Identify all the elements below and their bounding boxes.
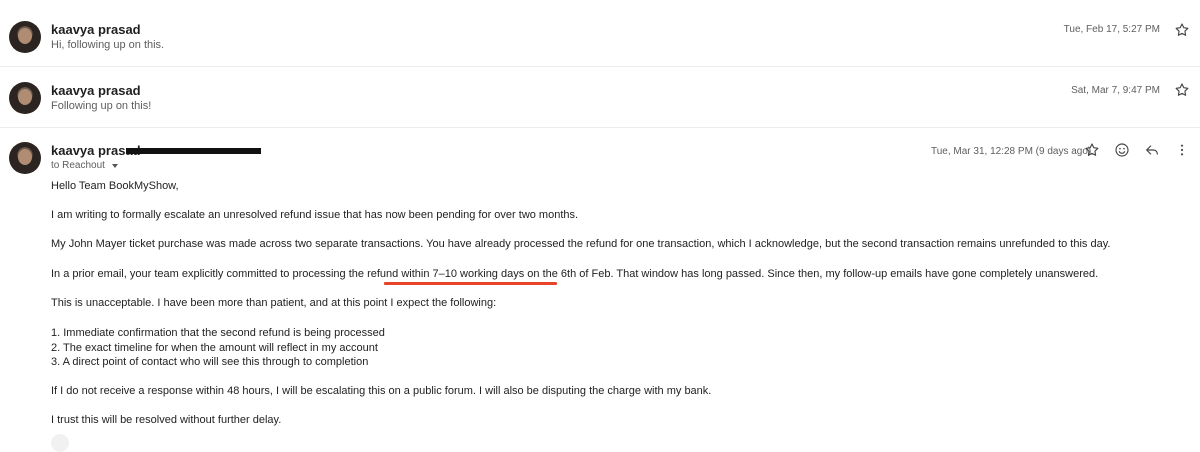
star-icon[interactable]	[1172, 80, 1192, 100]
body-paragraph: I am writing to formally escalate an unr…	[51, 209, 579, 221]
email-thread: kaavya prasad Hi, following up on this. …	[0, 0, 1200, 452]
recipient-label: to Reachout	[51, 160, 105, 171]
message-date: Tue, Feb 17, 5:27 PM	[1063, 24, 1160, 35]
message-snippet: Hi, following up on this.	[51, 39, 165, 51]
sender-name: kaavya prasad	[51, 22, 141, 37]
reply-icon[interactable]	[1142, 140, 1162, 160]
body-paragraph: My John Mayer ticket purchase was made a…	[51, 238, 1111, 250]
avatar	[9, 21, 41, 53]
message-date: Sat, Mar 7, 9:47 PM	[1071, 85, 1160, 96]
emoji-icon[interactable]	[1112, 140, 1132, 160]
list-item: 1. Immediate confirmation that the secon…	[51, 327, 385, 339]
highlight-underline	[384, 282, 557, 285]
body-closing: I trust this will be resolved without fu…	[51, 414, 282, 426]
body-greeting: Hello Team BookMyShow,	[51, 180, 179, 192]
list-item: 3. A direct point of contact who will se…	[51, 356, 369, 368]
recipient-line[interactable]: to Reachout	[51, 160, 118, 171]
avatar	[9, 82, 41, 114]
body-paragraph: In a prior email, your team explicitly c…	[51, 268, 1099, 280]
collapsed-message[interactable]: kaavya prasad Following up on this! Sat,…	[0, 67, 1200, 128]
body-paragraph: If I do not receive a response within 48…	[51, 385, 712, 397]
collapsed-message[interactable]: kaavya prasad Hi, following up on this. …	[0, 6, 1200, 67]
more-vert-icon[interactable]	[1172, 140, 1192, 160]
message-snippet: Following up on this!	[51, 100, 152, 112]
dropdown-arrow-icon[interactable]	[111, 164, 118, 168]
sender-name: kaavya prasad	[51, 83, 141, 98]
star-icon[interactable]	[1172, 20, 1192, 40]
star-icon[interactable]	[1082, 140, 1102, 160]
avatar	[9, 142, 41, 174]
list-item: 2. The exact timeline for when the amoun…	[51, 342, 378, 354]
redacted-email	[126, 148, 261, 154]
message-date: Tue, Mar 31, 12:28 PM (9 days ago)	[931, 146, 1092, 157]
avatar	[51, 434, 69, 452]
body-paragraph: This is unacceptable. I have been more t…	[51, 297, 497, 309]
